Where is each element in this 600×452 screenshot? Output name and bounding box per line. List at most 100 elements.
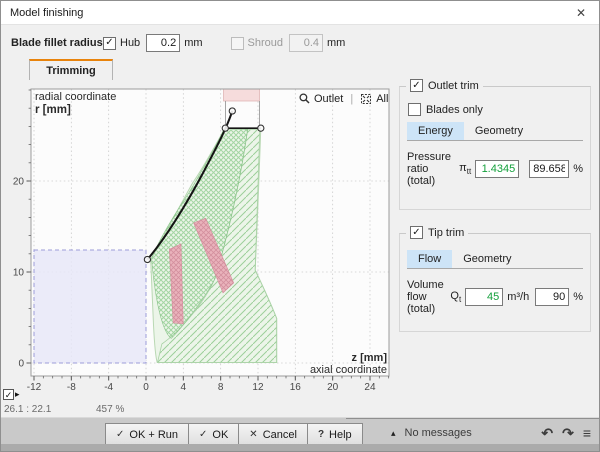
hub-checkbox[interactable]: ✓ xyxy=(103,37,116,50)
y-axis-title-line1: radial coordinate xyxy=(35,91,116,104)
handle-trim-left[interactable] xyxy=(222,125,228,131)
footer-bar: ✓ OK + Run ✓ OK ✕ Cancel ? Help ▴ No mes… xyxy=(1,417,599,446)
svg-text:16: 16 xyxy=(290,382,302,393)
chart-options-toggle[interactable]: ✓ ▸ xyxy=(3,389,20,400)
dialog-title: Model finishing xyxy=(10,7,83,19)
ok-run-button[interactable]: ✓ OK + Run xyxy=(105,423,189,446)
shroud-checkbox[interactable] xyxy=(231,37,244,50)
cancel-button[interactable]: ✕ Cancel xyxy=(238,423,308,446)
svg-text:4: 4 xyxy=(181,382,187,393)
pressure-ratio-symbol: πtt xyxy=(459,162,471,176)
svg-text:-12: -12 xyxy=(27,382,42,393)
pressure-ratio-row: Pressure ratio (total) πtt % xyxy=(407,151,583,187)
blades-only-checkbox[interactable] xyxy=(408,103,421,116)
outlet-trim-group: ✓ Outlet trim Blades only Energy Geometr… xyxy=(399,86,591,210)
handle-trim-right[interactable] xyxy=(258,125,264,131)
svg-text:-8: -8 xyxy=(67,382,76,393)
message-bar: ▴ No messages ↶ ↷ ≡ xyxy=(346,418,599,447)
volume-flow-percent-input[interactable] xyxy=(535,288,569,306)
x-axis-title: z [mm] axial coordinate xyxy=(241,353,387,376)
blade-fillet-row: Blade fillet radius ✓ Hub mm Shroud mm xyxy=(11,33,345,53)
close-icon[interactable]: ✕ xyxy=(572,6,590,20)
tip-trim-label: Tip trim xyxy=(428,227,464,239)
hub-label: Hub xyxy=(120,37,140,49)
x-axis-title-line1: z [mm] xyxy=(352,352,387,364)
shroud-fillet-input xyxy=(289,34,323,52)
tip-trim-group: ✓ Tip trim Flow Geometry Volume flow (to… xyxy=(399,233,591,332)
volume-flow-symbol: Qt xyxy=(450,290,461,304)
zoom-level: 457 % xyxy=(96,404,124,415)
volume-flow-row: Volume flow (total) Qt m³/h % xyxy=(407,279,583,315)
redo-icon[interactable]: ↷ xyxy=(562,425,574,442)
right-panel: ✓ Outlet trim Blades only Energy Geometr… xyxy=(399,81,591,332)
meridional-plot-svg: -12-8-40481216202401020 xyxy=(1,85,401,397)
handle-trim-top[interactable] xyxy=(229,108,235,114)
tab-trimming[interactable]: Trimming xyxy=(29,59,113,80)
tab-flow[interactable]: Flow xyxy=(407,250,452,268)
outlet-trim-checkbox[interactable]: ✓ xyxy=(410,79,423,92)
outlet-trim-tabs: Energy Geometry xyxy=(407,122,583,141)
help-icon: ? xyxy=(318,429,324,440)
svg-text:12: 12 xyxy=(252,382,264,393)
svg-text:8: 8 xyxy=(218,382,224,393)
svg-text:10: 10 xyxy=(13,268,25,279)
mini-checkbox-icon: ✓ xyxy=(3,389,14,400)
volume-flow-input[interactable] xyxy=(465,288,503,306)
triangle-up-icon[interactable]: ▴ xyxy=(391,428,396,439)
tab-geometry-outlet[interactable]: Geometry xyxy=(464,122,534,140)
check-icon: ✓ xyxy=(105,38,113,48)
pressure-ratio-label: Pressure ratio (total) xyxy=(407,151,459,187)
svg-text:0: 0 xyxy=(18,359,24,370)
outlet-trim-title: ✓ Outlet trim xyxy=(406,79,483,92)
ok-button[interactable]: ✓ OK xyxy=(188,423,239,446)
zoom-all-button[interactable]: All xyxy=(376,93,388,105)
undo-icon[interactable]: ↶ xyxy=(541,425,553,442)
shroud-unit: mm xyxy=(327,37,345,49)
check-icon: ✓ xyxy=(116,429,124,440)
model-finishing-dialog: Model finishing ✕ Blade fillet radius ✓ … xyxy=(0,0,600,452)
tab-energy[interactable]: Energy xyxy=(407,122,464,140)
tip-trim-checkbox[interactable]: ✓ xyxy=(410,226,423,239)
message-text: No messages xyxy=(405,427,472,439)
tip-trim-tabs: Flow Geometry xyxy=(407,250,583,269)
cursor-coordinates: 26.1 : 22.1 xyxy=(4,404,51,415)
outlet-marker-rect xyxy=(224,89,260,101)
pressure-ratio-percent-input[interactable] xyxy=(529,160,569,178)
menu-icon[interactable]: ≡ xyxy=(583,425,591,441)
tip-trim-title: ✓ Tip trim xyxy=(406,226,468,239)
chart-zoom-controls: Outlet | All xyxy=(299,91,388,106)
volume-flow-unit: m³/h xyxy=(507,291,529,303)
zoom-outlet-button[interactable]: Outlet xyxy=(314,93,343,105)
hub-unit: mm xyxy=(184,37,202,49)
meridional-chart[interactable]: -12-8-40481216202401020 radial coordinat… xyxy=(1,85,401,397)
handle-shroud-start[interactable] xyxy=(144,256,150,262)
volume-flow-percent-unit: % xyxy=(573,291,583,303)
zoom-separator: | xyxy=(347,93,356,105)
hub-fillet-input[interactable] xyxy=(146,34,180,52)
title-bar: Model finishing ✕ xyxy=(1,1,599,25)
check-icon: ✓ xyxy=(412,228,420,238)
blades-only-row: Blades only xyxy=(408,103,583,116)
magnifier-icon[interactable] xyxy=(299,93,310,104)
dialog-buttons: ✓ OK + Run ✓ OK ✕ Cancel ? Help xyxy=(106,423,363,446)
volume-flow-label: Volume flow (total) xyxy=(407,279,450,315)
svg-text:-4: -4 xyxy=(104,382,113,393)
window-bottom-edge xyxy=(1,444,599,451)
shroud-label: Shroud xyxy=(248,37,283,49)
zoom-fit-icon[interactable] xyxy=(360,93,372,105)
svg-text:24: 24 xyxy=(364,382,376,393)
pressure-ratio-percent-unit: % xyxy=(573,163,583,175)
check-icon: ✓ xyxy=(412,81,420,91)
arrow-right-icon: ▸ xyxy=(15,389,20,400)
blade-fillet-label: Blade fillet radius xyxy=(11,37,103,49)
pressure-ratio-input[interactable] xyxy=(475,160,519,178)
check-icon: ✓ xyxy=(199,429,207,440)
svg-text:0: 0 xyxy=(143,382,149,393)
outlet-trim-label: Outlet trim xyxy=(428,80,479,92)
svg-text:20: 20 xyxy=(327,382,339,393)
inlet-extension-region xyxy=(34,250,146,363)
y-axis-title-line2: r [mm] xyxy=(35,104,71,116)
close-icon: ✕ xyxy=(249,429,257,440)
y-axis-title: radial coordinate r [mm] xyxy=(35,91,116,117)
tab-geometry-tip[interactable]: Geometry xyxy=(452,250,522,268)
